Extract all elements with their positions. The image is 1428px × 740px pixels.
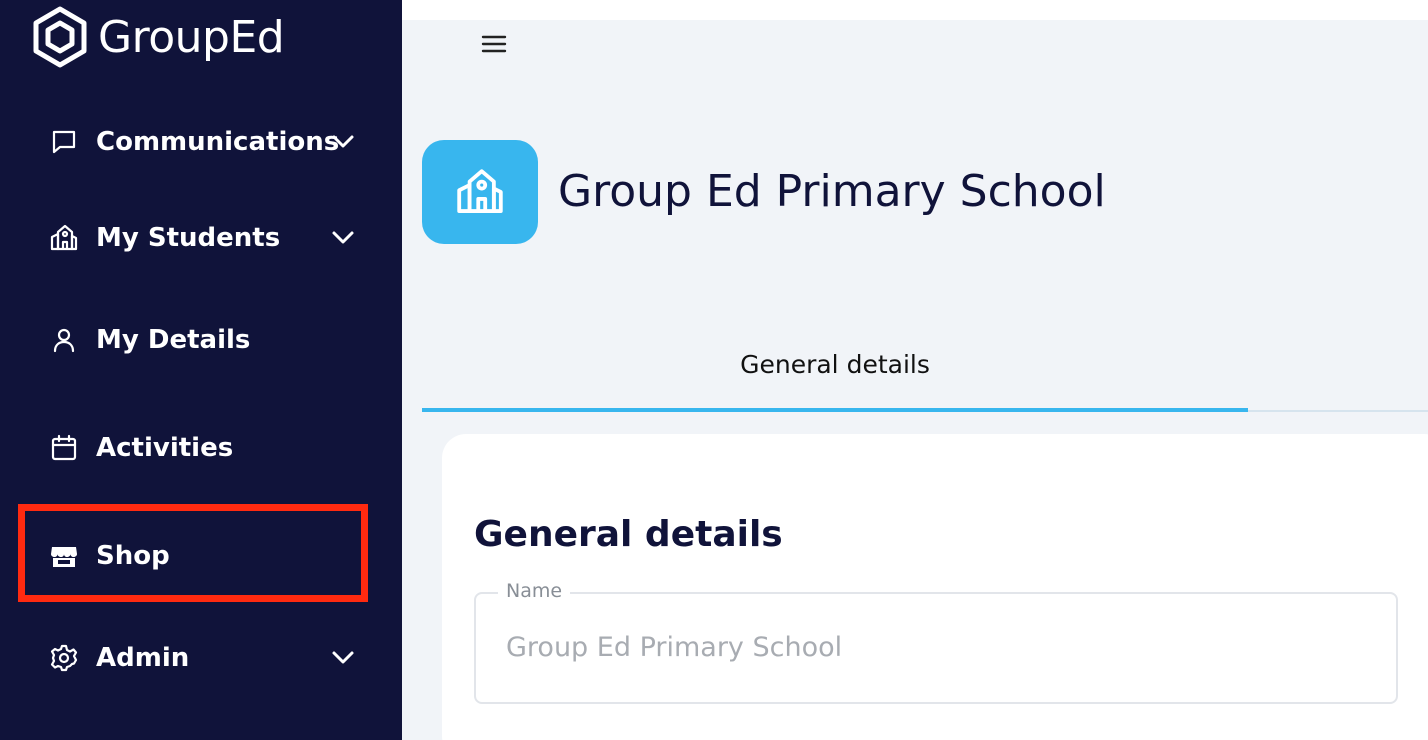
tab-label: General details [740, 350, 930, 379]
name-field[interactable]: Name [474, 580, 1398, 704]
brand-logo[interactable]: GroupEd [30, 4, 285, 70]
page-title: Group Ed Primary School [558, 166, 1106, 217]
gear-icon [48, 642, 80, 674]
brand-name: GroupEd [98, 11, 285, 63]
name-input[interactable] [506, 632, 1366, 663]
section-title: General details [474, 514, 783, 555]
tab-general-details[interactable]: General details [422, 340, 1248, 412]
sidebar-item-activities[interactable]: Activities [20, 418, 366, 478]
groupEd-logo-icon [33, 6, 87, 68]
calendar-icon [48, 432, 80, 464]
sidebar-item-label: My Details [96, 325, 251, 355]
sidebar-item-my-students[interactable]: My Students [20, 208, 366, 268]
hamburger-icon[interactable] [480, 30, 508, 58]
chevron-down-icon[interactable] [328, 126, 358, 156]
sidebar-item-label: Admin [96, 643, 190, 673]
user-icon [48, 324, 80, 356]
sidebar-item-admin[interactable]: Admin [20, 628, 366, 688]
name-field-label: Name [498, 580, 571, 602]
chevron-down-icon[interactable] [328, 222, 358, 252]
main-content: Group Ed Primary School General details … [402, 0, 1428, 740]
sidebar-item-my-details[interactable]: My Details [20, 310, 366, 370]
chat-icon [48, 126, 80, 158]
sidebar-item-communications[interactable]: Communications [20, 112, 366, 172]
shop-highlight-box [18, 504, 368, 602]
school-avatar [422, 140, 538, 244]
school-building-icon [48, 222, 80, 254]
general-details-card: General details Name [442, 434, 1428, 740]
chevron-down-icon[interactable] [328, 642, 358, 672]
sidebar-item-label: My Students [96, 223, 281, 253]
sidebar-item-label: Activities [96, 433, 234, 463]
sidebar: GroupEd Communications My Students My De… [0, 0, 402, 740]
top-bar [402, 0, 1428, 20]
sidebar-item-label: Communications [96, 127, 340, 157]
tab-divider [1248, 410, 1428, 412]
school-building-icon [457, 169, 503, 213]
